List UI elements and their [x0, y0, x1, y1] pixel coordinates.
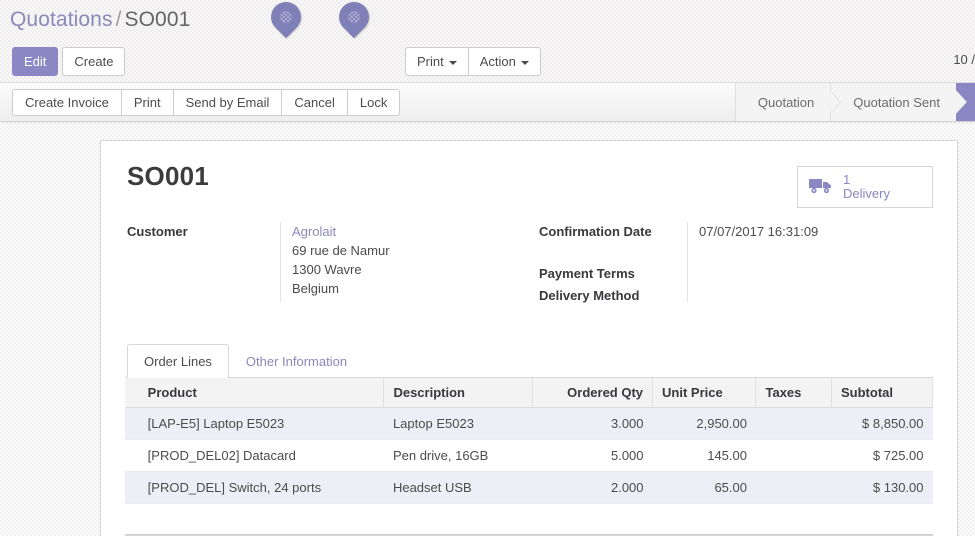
customer-country: Belgium — [292, 281, 339, 296]
cell-unit-price: 65.00 — [652, 471, 756, 504]
order-lines-table: Product Description Ordered Qty Unit Pri… — [125, 378, 933, 504]
tab-order-lines[interactable]: Order Lines — [127, 344, 229, 378]
breadcrumb-link-quotations[interactable]: Quotations — [10, 8, 113, 31]
row-handle[interactable] — [125, 471, 139, 504]
order-info-column: Confirmation Date 07/07/2017 16:31:09 Pa… — [537, 222, 917, 308]
stage-arrow — [956, 91, 966, 113]
cell-product: [PROD_DEL] Switch, 24 ports — [138, 471, 384, 504]
edit-button[interactable]: Edit — [12, 47, 59, 76]
cell-subtotal: $ 8,850.00 — [831, 407, 933, 440]
edit-create-group: Edit Create — [12, 47, 129, 76]
status-stage-quotation-sent-label: Quotation Sent — [853, 94, 940, 110]
cell-product: [LAP-E5] Laptop E5023 — [138, 407, 384, 440]
cell-ordered-qty: 2.000 — [532, 471, 653, 504]
breadcrumb-separator: / — [115, 8, 122, 31]
confirmation-date-row: Confirmation Date 07/07/2017 16:31:09 — [537, 222, 917, 242]
customer-link[interactable]: Agrolait — [292, 224, 336, 239]
breadcrumb-current: SO001 — [124, 8, 191, 31]
cell-subtotal: $ 725.00 — [831, 439, 933, 472]
column-divider — [280, 222, 281, 302]
chevron-down-icon — [448, 60, 457, 65]
delivery-method-row: Delivery Method — [537, 286, 917, 306]
workflow-buttons: Create Invoice Print Send by Email Cancel Lo… — [12, 89, 401, 116]
customer-city: 1300 Wavre — [292, 262, 362, 277]
cell-unit-price: 2,950.00 — [652, 407, 756, 440]
table-row[interactable]: [PROD_DEL] Switch, 24 ports Headset USB … — [125, 471, 933, 504]
top-header: Quotations / SO001 Edit Create Print Action … — [0, 0, 975, 82]
action-dropdown-button[interactable]: Action — [467, 47, 541, 76]
payment-terms-row: Payment Terms — [537, 264, 917, 284]
column-divider — [687, 222, 688, 302]
truck-icon — [808, 177, 834, 198]
chevron-down-icon — [520, 60, 529, 65]
print-button[interactable]: Print — [120, 89, 174, 116]
column-ordered-qty[interactable]: Ordered Qty — [532, 378, 654, 408]
send-by-email-button[interactable]: Send by Email — [172, 89, 283, 116]
row-handle[interactable] — [125, 439, 139, 472]
droplet-icon-2 — [332, 0, 376, 39]
lock-button[interactable]: Lock — [346, 89, 401, 116]
cell-product: [PROD_DEL02] Datacard — [138, 439, 384, 472]
column-handle — [125, 378, 139, 408]
status-stage-quotation-sent[interactable]: Quotation Sent — [830, 83, 967, 121]
tab-other-information[interactable]: Other Information — [229, 344, 364, 378]
stage-arrow — [830, 91, 841, 113]
order-lines-body: [LAP-E5] Laptop E5023 Laptop E5023 3.000… — [125, 407, 933, 504]
table-row[interactable]: [LAP-E5] Laptop E5023 Laptop E5023 3.000… — [125, 407, 933, 440]
cell-description: Pen drive, 16GB — [383, 439, 533, 472]
table-header-row: Product Description Ordered Qty Unit Pri… — [125, 378, 933, 408]
notebook-tabs: Order Lines Other Information — [125, 344, 933, 378]
field-group: Customer Agrolait 69 rue de Namur 1300 W… — [125, 222, 933, 308]
cell-ordered-qty: 3.000 — [532, 407, 653, 440]
payment-terms-label: Payment Terms — [539, 266, 635, 281]
table-row[interactable]: [PROD_DEL02] Datacard Pen drive, 16GB 5.… — [125, 439, 933, 472]
confirmation-date-value: 07/07/2017 16:31:09 — [699, 224, 819, 239]
customer-field-row: Customer Agrolait 69 rue de Namur 1300 W… — [125, 222, 537, 298]
column-unit-price[interactable]: Unit Price — [652, 378, 757, 408]
create-button[interactable]: Create — [62, 47, 126, 76]
action-dropdown-label: Action — [479, 54, 516, 69]
customer-value: Agrolait 69 rue de Namur 1300 Wavre Belg… — [282, 222, 390, 298]
delivery-count: 1 — [843, 172, 851, 187]
delivery-method-label: Delivery Method — [539, 288, 640, 303]
cell-taxes — [755, 471, 832, 504]
status-stage-quotation-label: Quotation — [757, 94, 815, 110]
customer-column: Customer Agrolait 69 rue de Namur 1300 W… — [125, 222, 537, 308]
order-lines-head: Product Description Ordered Qty Unit Pri… — [125, 378, 933, 408]
status-stage-quotation[interactable]: Quotation — [734, 83, 842, 121]
cell-taxes — [755, 407, 832, 440]
delivery-stat-button[interactable]: 1 Delivery — [797, 166, 933, 208]
column-subtotal[interactable]: Subtotal — [831, 378, 933, 408]
notebook: Order Lines Other Information Product De… — [125, 344, 933, 536]
control-bar: Create Invoice Print Send by Email Cancel Lo… — [0, 82, 975, 122]
cell-subtotal: $ 130.00 — [831, 471, 933, 504]
record-sheet: SO001 1 Delivery Customer Agrolait 69 ru… — [100, 140, 958, 536]
cell-description: Headset USB — [383, 471, 533, 504]
breadcrumb: Quotations / SO001 — [10, 8, 190, 32]
sheet-area: SO001 1 Delivery Customer Agrolait 69 ru… — [0, 122, 975, 536]
row-handle[interactable] — [125, 407, 139, 440]
customer-label: Customer — [127, 224, 188, 239]
print-dropdown-label: Print — [417, 54, 444, 69]
cell-unit-price: 145.00 — [652, 439, 756, 472]
customer-street: 69 rue de Namur — [292, 243, 390, 258]
cell-ordered-qty: 5.000 — [532, 439, 653, 472]
cell-taxes — [755, 439, 832, 472]
droplet-icon-1 — [264, 0, 308, 39]
delivery-stat-text: 1 Delivery — [843, 173, 890, 201]
cancel-button[interactable]: Cancel — [281, 89, 348, 116]
confirmation-date-label: Confirmation Date — [539, 224, 652, 239]
pager[interactable]: 10 / — [953, 52, 975, 67]
column-description[interactable]: Description — [383, 378, 533, 408]
create-invoice-button[interactable]: Create Invoice — [12, 89, 122, 116]
column-product[interactable]: Product — [138, 378, 385, 408]
delivery-label: Delivery — [843, 186, 890, 201]
print-dropdown-button[interactable]: Print — [405, 47, 469, 76]
status-bar: Quotation Quotation Sent — [734, 83, 975, 121]
print-action-group: Print Action — [405, 47, 541, 76]
cell-description: Laptop E5023 — [383, 407, 533, 440]
column-taxes[interactable]: Taxes — [755, 378, 832, 408]
